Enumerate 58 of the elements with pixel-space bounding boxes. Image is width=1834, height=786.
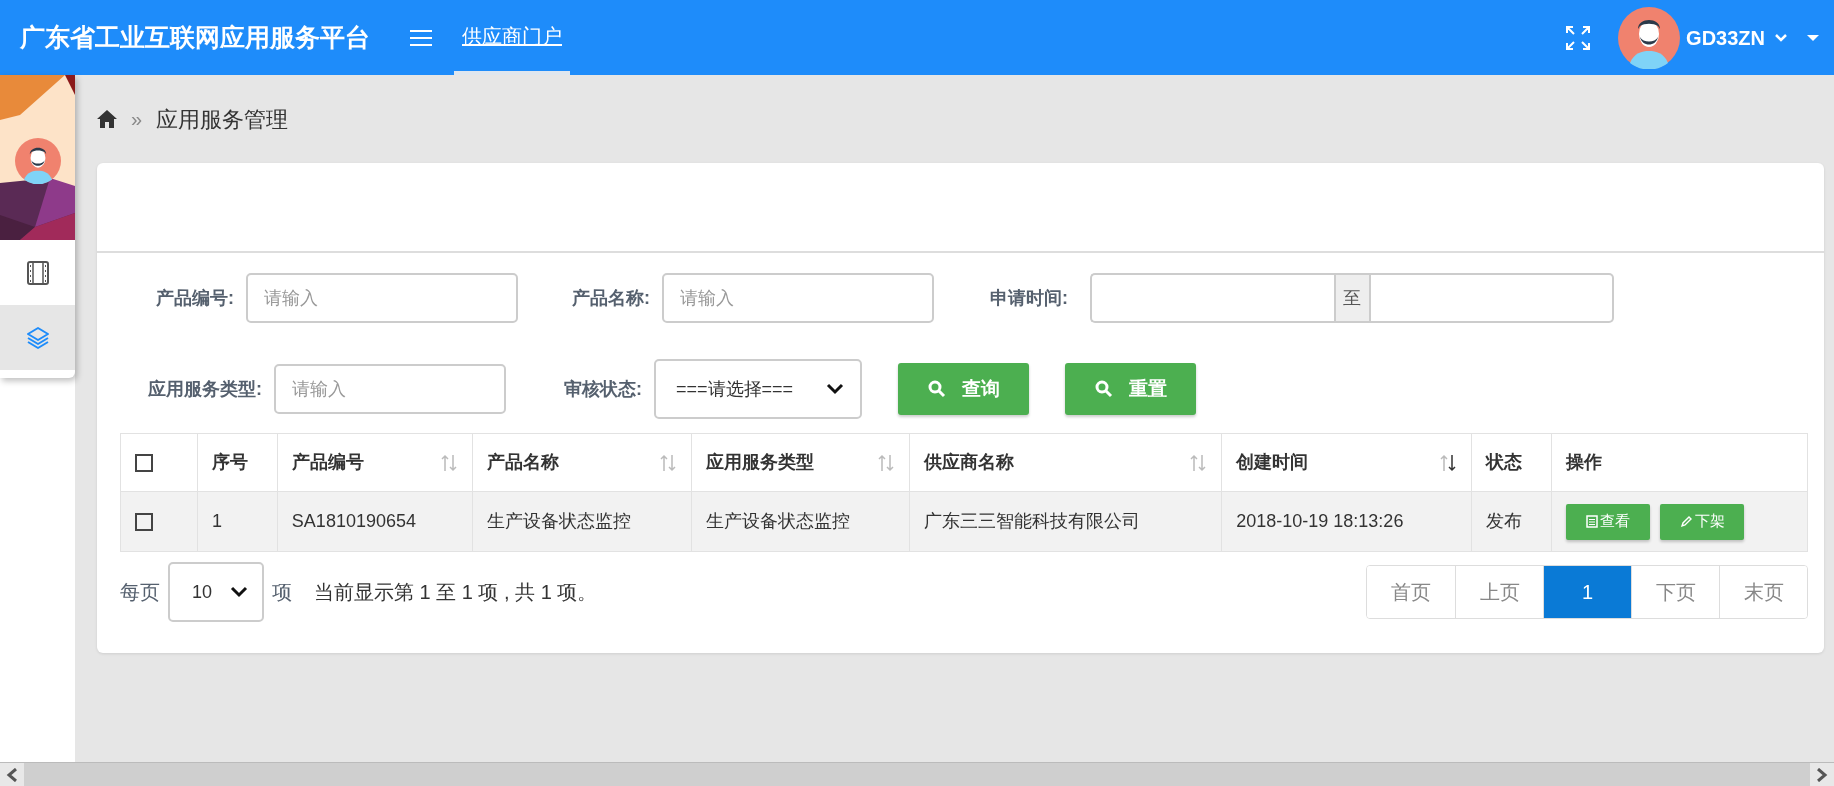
field-label: 产品编号:	[155, 286, 234, 310]
chevron-down-icon[interactable]	[1774, 32, 1788, 43]
date-input-field[interactable]	[1370, 273, 1614, 323]
layers-icon	[25, 325, 50, 350]
field-label: 产品名称:	[571, 286, 650, 310]
document-icon	[1586, 515, 1599, 528]
input-field[interactable]: 请输入	[274, 364, 506, 414]
field-label: 申请时间:	[989, 286, 1068, 310]
fullscreen-icon[interactable]	[1565, 24, 1592, 51]
field-label: 应用服务类型:	[147, 377, 262, 401]
column-header[interactable]: 序号	[197, 433, 278, 492]
scroll-right-icon[interactable]	[1816, 767, 1828, 782]
column-header[interactable]: 操作	[1551, 433, 1808, 492]
search-icon	[1094, 380, 1113, 398]
pagination-summary: 当前显示第 1 至 1 项 , 共 1 项。	[314, 580, 598, 605]
table-cell: SA1810190654	[277, 491, 473, 552]
table-cell: 生产设备状态监控	[472, 491, 692, 552]
page-size-select[interactable]: 10	[168, 562, 264, 622]
sort-icon[interactable]	[1439, 452, 1458, 473]
table-cell: 2018-10-19 18:13:26	[1221, 491, 1472, 552]
home-icon[interactable]	[97, 110, 117, 128]
page-button[interactable]: 末页	[1719, 566, 1807, 618]
column-header[interactable]: 状态	[1471, 433, 1552, 492]
breadcrumb-separator: »	[131, 107, 143, 132]
input-field[interactable]: 请输入	[662, 273, 934, 323]
search-icon	[927, 380, 946, 398]
avatar-icon[interactable]	[15, 138, 61, 184]
input-field[interactable]: 请输入	[246, 273, 518, 323]
select-field[interactable]: ===请选择===	[654, 359, 862, 419]
per-page-unit: 项	[272, 580, 292, 605]
table-cell: 1	[197, 491, 278, 552]
caret-icon[interactable]	[1806, 33, 1820, 42]
range-separator: 至	[1333, 273, 1371, 323]
table-cell: 生产设备状态监控	[691, 491, 910, 552]
chevron-down-icon	[826, 383, 844, 395]
column-header[interactable]: 产品编号	[277, 433, 473, 492]
column-header[interactable]: 应用服务类型	[691, 433, 910, 492]
checkbox[interactable]	[135, 513, 153, 532]
column-header[interactable]: 创建时间	[1221, 433, 1472, 492]
breadcrumb-item[interactable]: 应用服务管理	[156, 102, 289, 136]
chevron-down-icon	[230, 586, 248, 598]
menu-icon[interactable]	[410, 28, 432, 47]
field-label: 审核状态:	[563, 377, 642, 401]
table-cell: 发布	[1471, 491, 1552, 552]
scroll-left-icon[interactable]	[6, 767, 18, 782]
film-icon	[26, 260, 49, 285]
per-page-label: 每页	[120, 580, 160, 605]
checkbox[interactable]	[135, 454, 153, 473]
sidebar-item[interactable]	[0, 240, 75, 305]
avatar-icon[interactable]	[1618, 6, 1681, 69]
column-header[interactable]: 产品名称	[472, 433, 692, 492]
column-header[interactable]: 供应商名称	[909, 433, 1222, 492]
table-cell: 广东三三智能科技有限公司	[909, 491, 1222, 552]
horizontal-scrollbar[interactable]	[0, 762, 1834, 786]
app-title: 广东省工业互联网应用服务平台	[20, 21, 370, 53]
date-input-field[interactable]	[1090, 273, 1334, 323]
page-button[interactable]: 1	[1543, 566, 1631, 618]
pencil-icon	[1679, 515, 1693, 528]
